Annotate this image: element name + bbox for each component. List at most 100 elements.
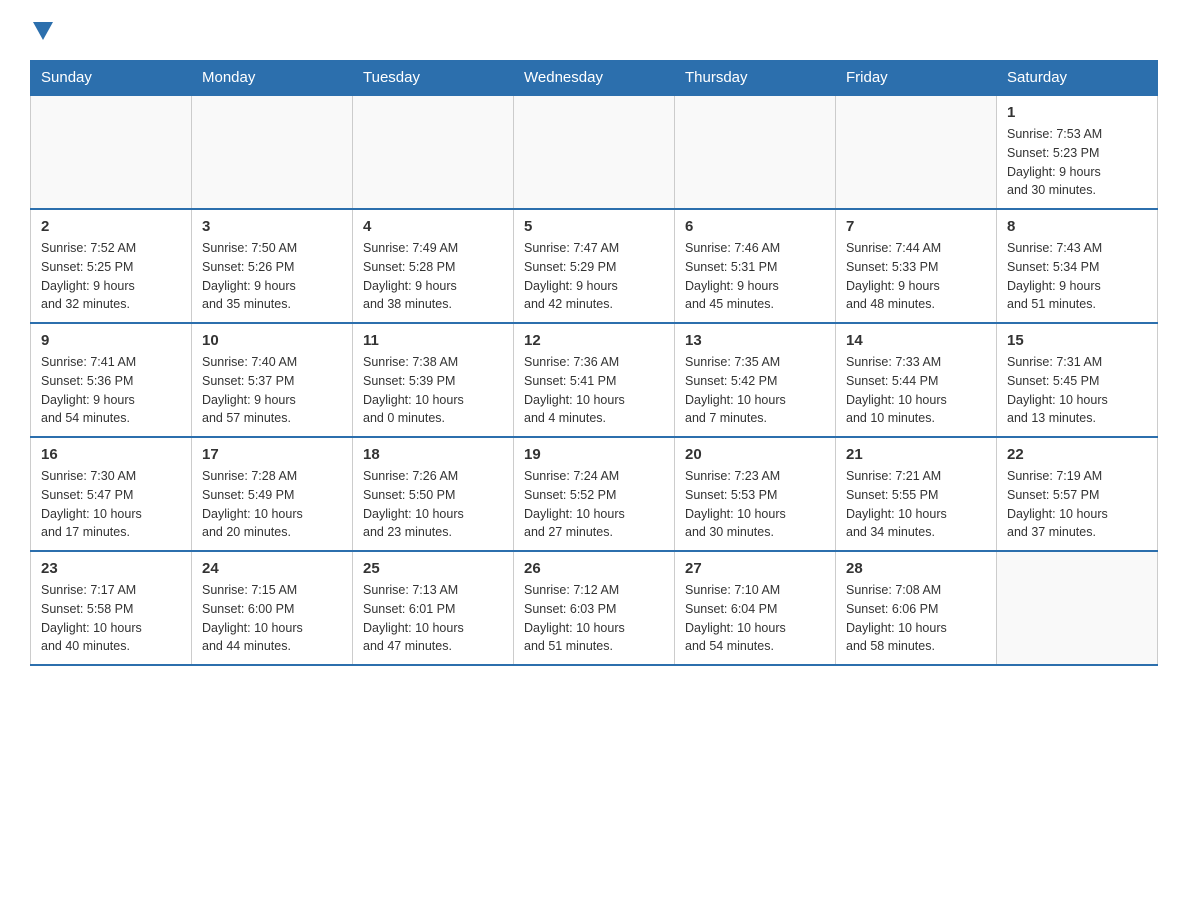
- calendar-cell: 1Sunrise: 7:53 AM Sunset: 5:23 PM Daylig…: [997, 95, 1158, 209]
- calendar-cell: 9 Sunrise: 7:41 AM Sunset: 5:36 PM Daylig…: [31, 323, 192, 437]
- calendar-cell: 13 Sunrise: 7:35 AM Sunset: 5:42 PM Dayli…: [675, 323, 836, 437]
- day-number: 24: [202, 560, 342, 577]
- weekday-header-monday: Monday: [192, 61, 353, 96]
- day-number: 19: [524, 446, 664, 463]
- calendar-cell: 20 Sunrise: 7:23 AM Sunset: 5:53 PM Dayli…: [675, 437, 836, 551]
- day-info: Sunrise: 7:10 AM Sunset: 6:04 PM Dayligh…: [685, 581, 825, 656]
- day-info: Sunrise: 7:36 AM Sunset: 5:41 PM Dayligh…: [524, 353, 664, 428]
- day-info: Sunrise: 7:41 AM Sunset: 5:36 PM Dayligh…: [41, 353, 181, 428]
- calendar-cell: [353, 95, 514, 209]
- calendar-cell: 23 Sunrise: 7:17 AM Sunset: 5:58 PM Dayli…: [31, 551, 192, 665]
- day-number: 28: [846, 560, 986, 577]
- calendar-cell: 2 Sunrise: 7:52 AM Sunset: 5:25 PM Daylig…: [31, 209, 192, 323]
- weekday-header-friday: Friday: [836, 61, 997, 96]
- calendar-cell: 18 Sunrise: 7:26 AM Sunset: 5:50 PM Dayli…: [353, 437, 514, 551]
- logo-triangle-icon: [33, 22, 53, 40]
- day-number: 23: [41, 560, 181, 577]
- calendar-table: SundayMondayTuesdayWednesdayThursdayFrid…: [30, 60, 1158, 666]
- calendar-cell: 22Sunrise: 7:19 AM Sunset: 5:57 PM Dayli…: [997, 437, 1158, 551]
- calendar-cell: 7 Sunrise: 7:44 AM Sunset: 5:33 PM Daylig…: [836, 209, 997, 323]
- day-info: Sunrise: 7:21 AM Sunset: 5:55 PM Dayligh…: [846, 467, 986, 542]
- week-row-4: 16 Sunrise: 7:30 AM Sunset: 5:47 PM Dayli…: [31, 437, 1158, 551]
- day-number: 6: [685, 218, 825, 235]
- calendar-cell: 28 Sunrise: 7:08 AM Sunset: 6:06 PM Dayli…: [836, 551, 997, 665]
- day-number: 7: [846, 218, 986, 235]
- day-info: Sunrise: 7:47 AM Sunset: 5:29 PM Dayligh…: [524, 239, 664, 314]
- day-info: Sunrise: 7:44 AM Sunset: 5:33 PM Dayligh…: [846, 239, 986, 314]
- day-info: Sunrise: 7:50 AM Sunset: 5:26 PM Dayligh…: [202, 239, 342, 314]
- weekday-header-saturday: Saturday: [997, 61, 1158, 96]
- calendar-cell: 11 Sunrise: 7:38 AM Sunset: 5:39 PM Dayli…: [353, 323, 514, 437]
- day-number: 20: [685, 446, 825, 463]
- weekday-header-tuesday: Tuesday: [353, 61, 514, 96]
- calendar-cell: 6 Sunrise: 7:46 AM Sunset: 5:31 PM Daylig…: [675, 209, 836, 323]
- page-header: [30, 20, 1158, 40]
- day-number: 21: [846, 446, 986, 463]
- day-number: 26: [524, 560, 664, 577]
- calendar-cell: 14 Sunrise: 7:33 AM Sunset: 5:44 PM Dayli…: [836, 323, 997, 437]
- calendar-cell: 17 Sunrise: 7:28 AM Sunset: 5:49 PM Dayli…: [192, 437, 353, 551]
- day-number: 12: [524, 332, 664, 349]
- calendar-cell: 10 Sunrise: 7:40 AM Sunset: 5:37 PM Dayli…: [192, 323, 353, 437]
- weekday-header-row: SundayMondayTuesdayWednesdayThursdayFrid…: [31, 61, 1158, 96]
- day-number: 2: [41, 218, 181, 235]
- day-info: Sunrise: 7:28 AM Sunset: 5:49 PM Dayligh…: [202, 467, 342, 542]
- day-info: Sunrise: 7:40 AM Sunset: 5:37 PM Dayligh…: [202, 353, 342, 428]
- week-row-3: 9 Sunrise: 7:41 AM Sunset: 5:36 PM Daylig…: [31, 323, 1158, 437]
- calendar-cell: 3 Sunrise: 7:50 AM Sunset: 5:26 PM Daylig…: [192, 209, 353, 323]
- calendar-cell: 12 Sunrise: 7:36 AM Sunset: 5:41 PM Dayli…: [514, 323, 675, 437]
- day-info: Sunrise: 7:23 AM Sunset: 5:53 PM Dayligh…: [685, 467, 825, 542]
- week-row-2: 2 Sunrise: 7:52 AM Sunset: 5:25 PM Daylig…: [31, 209, 1158, 323]
- day-number: 8: [1007, 218, 1147, 235]
- calendar-cell: 25Sunrise: 7:13 AM Sunset: 6:01 PM Dayli…: [353, 551, 514, 665]
- day-info: Sunrise: 7:08 AM Sunset: 6:06 PM Dayligh…: [846, 581, 986, 656]
- day-info: Sunrise: 7:53 AM Sunset: 5:23 PM Dayligh…: [1007, 125, 1147, 200]
- day-number: 3: [202, 218, 342, 235]
- day-info: Sunrise: 7:12 AM Sunset: 6:03 PM Dayligh…: [524, 581, 664, 656]
- day-info: Sunrise: 7:24 AM Sunset: 5:52 PM Dayligh…: [524, 467, 664, 542]
- day-info: Sunrise: 7:52 AM Sunset: 5:25 PM Dayligh…: [41, 239, 181, 314]
- day-info: Sunrise: 7:38 AM Sunset: 5:39 PM Dayligh…: [363, 353, 503, 428]
- logo: [30, 20, 53, 40]
- day-info: Sunrise: 7:19 AM Sunset: 5:57 PM Dayligh…: [1007, 467, 1147, 542]
- day-info: Sunrise: 7:30 AM Sunset: 5:47 PM Dayligh…: [41, 467, 181, 542]
- day-number: 25: [363, 560, 503, 577]
- day-number: 5: [524, 218, 664, 235]
- week-row-1: 1Sunrise: 7:53 AM Sunset: 5:23 PM Daylig…: [31, 95, 1158, 209]
- day-info: Sunrise: 7:35 AM Sunset: 5:42 PM Dayligh…: [685, 353, 825, 428]
- weekday-header-thursday: Thursday: [675, 61, 836, 96]
- day-number: 9: [41, 332, 181, 349]
- week-row-5: 23 Sunrise: 7:17 AM Sunset: 5:58 PM Dayli…: [31, 551, 1158, 665]
- calendar-cell: 27 Sunrise: 7:10 AM Sunset: 6:04 PM Dayli…: [675, 551, 836, 665]
- day-number: 10: [202, 332, 342, 349]
- calendar-cell: 19 Sunrise: 7:24 AM Sunset: 5:52 PM Dayli…: [514, 437, 675, 551]
- day-number: 14: [846, 332, 986, 349]
- day-number: 15: [1007, 332, 1147, 349]
- day-info: Sunrise: 7:46 AM Sunset: 5:31 PM Dayligh…: [685, 239, 825, 314]
- day-info: Sunrise: 7:17 AM Sunset: 5:58 PM Dayligh…: [41, 581, 181, 656]
- calendar-cell: 15 Sunrise: 7:31 AM Sunset: 5:45 PM Dayli…: [997, 323, 1158, 437]
- calendar-cell: [31, 95, 192, 209]
- calendar-cell: [836, 95, 997, 209]
- day-number: 17: [202, 446, 342, 463]
- calendar-cell: 4Sunrise: 7:49 AM Sunset: 5:28 PM Daylig…: [353, 209, 514, 323]
- calendar-cell: [514, 95, 675, 209]
- day-number: 11: [363, 332, 503, 349]
- weekday-header-wednesday: Wednesday: [514, 61, 675, 96]
- calendar-cell: 26 Sunrise: 7:12 AM Sunset: 6:03 PM Dayli…: [514, 551, 675, 665]
- calendar-cell: [192, 95, 353, 209]
- day-number: 13: [685, 332, 825, 349]
- day-info: Sunrise: 7:49 AM Sunset: 5:28 PM Dayligh…: [363, 239, 503, 314]
- day-number: 16: [41, 446, 181, 463]
- calendar-cell: 16 Sunrise: 7:30 AM Sunset: 5:47 PM Dayli…: [31, 437, 192, 551]
- day-info: Sunrise: 7:43 AM Sunset: 5:34 PM Dayligh…: [1007, 239, 1147, 314]
- day-info: Sunrise: 7:26 AM Sunset: 5:50 PM Dayligh…: [363, 467, 503, 542]
- day-info: Sunrise: 7:33 AM Sunset: 5:44 PM Dayligh…: [846, 353, 986, 428]
- day-number: 27: [685, 560, 825, 577]
- calendar-cell: [675, 95, 836, 209]
- day-number: 18: [363, 446, 503, 463]
- weekday-header-sunday: Sunday: [31, 61, 192, 96]
- day-info: Sunrise: 7:31 AM Sunset: 5:45 PM Dayligh…: [1007, 353, 1147, 428]
- calendar-cell: [997, 551, 1158, 665]
- calendar-cell: 5 Sunrise: 7:47 AM Sunset: 5:29 PM Daylig…: [514, 209, 675, 323]
